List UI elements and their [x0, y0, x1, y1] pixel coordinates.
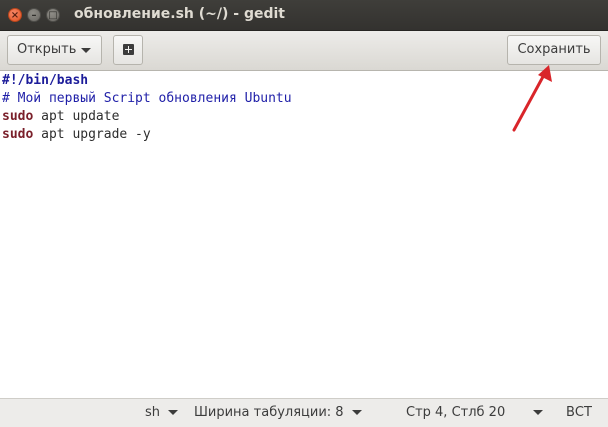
keyword: sudo — [2, 127, 34, 142]
code-line: #!/bin/bash — [2, 73, 89, 88]
code-line: sudo apt update — [2, 109, 120, 124]
new-tab-icon — [123, 44, 134, 55]
cursor-position[interactable]: Стр 4, Стлб 20 — [406, 405, 544, 420]
close-icon: × — [10, 10, 20, 21]
maximize-icon: □ — [48, 10, 58, 21]
code-line: # Мой первый Script обновления Ubuntu — [2, 91, 292, 106]
header-bar: Открыть Сохранить — [0, 31, 608, 71]
title-bar: × – □ обновление.sh (~/) - gedit — [0, 0, 608, 31]
new-tab-button[interactable] — [113, 35, 143, 65]
window-title: обновление.sh (~/) - gedit — [74, 6, 285, 22]
text-editor[interactable]: #!/bin/bash # Мой первый Script обновлен… — [0, 71, 608, 398]
open-button-label: Открыть — [17, 42, 77, 57]
minimize-window-button[interactable]: – — [27, 8, 41, 22]
keyword: sudo — [2, 109, 34, 124]
chevron-down-icon — [168, 410, 179, 415]
close-window-button[interactable]: × — [8, 8, 22, 22]
open-button[interactable]: Открыть — [7, 35, 102, 65]
insert-mode-indicator: ВСТ — [566, 405, 592, 420]
chevron-down-icon — [81, 48, 91, 53]
language-selector[interactable]: sh — [145, 405, 179, 420]
code-line: sudo apt upgrade -y — [2, 127, 151, 142]
tab-width-selector[interactable]: Ширина табуляции: 8 — [194, 405, 362, 420]
save-button[interactable]: Сохранить — [507, 35, 601, 65]
maximize-window-button[interactable]: □ — [46, 8, 60, 22]
chevron-down-icon — [351, 410, 362, 415]
minimize-icon: – — [31, 10, 37, 21]
status-bar: sh Ширина табуляции: 8 Стр 4, Стлб 20 ВС… — [0, 398, 608, 427]
chevron-down-icon — [533, 410, 544, 415]
